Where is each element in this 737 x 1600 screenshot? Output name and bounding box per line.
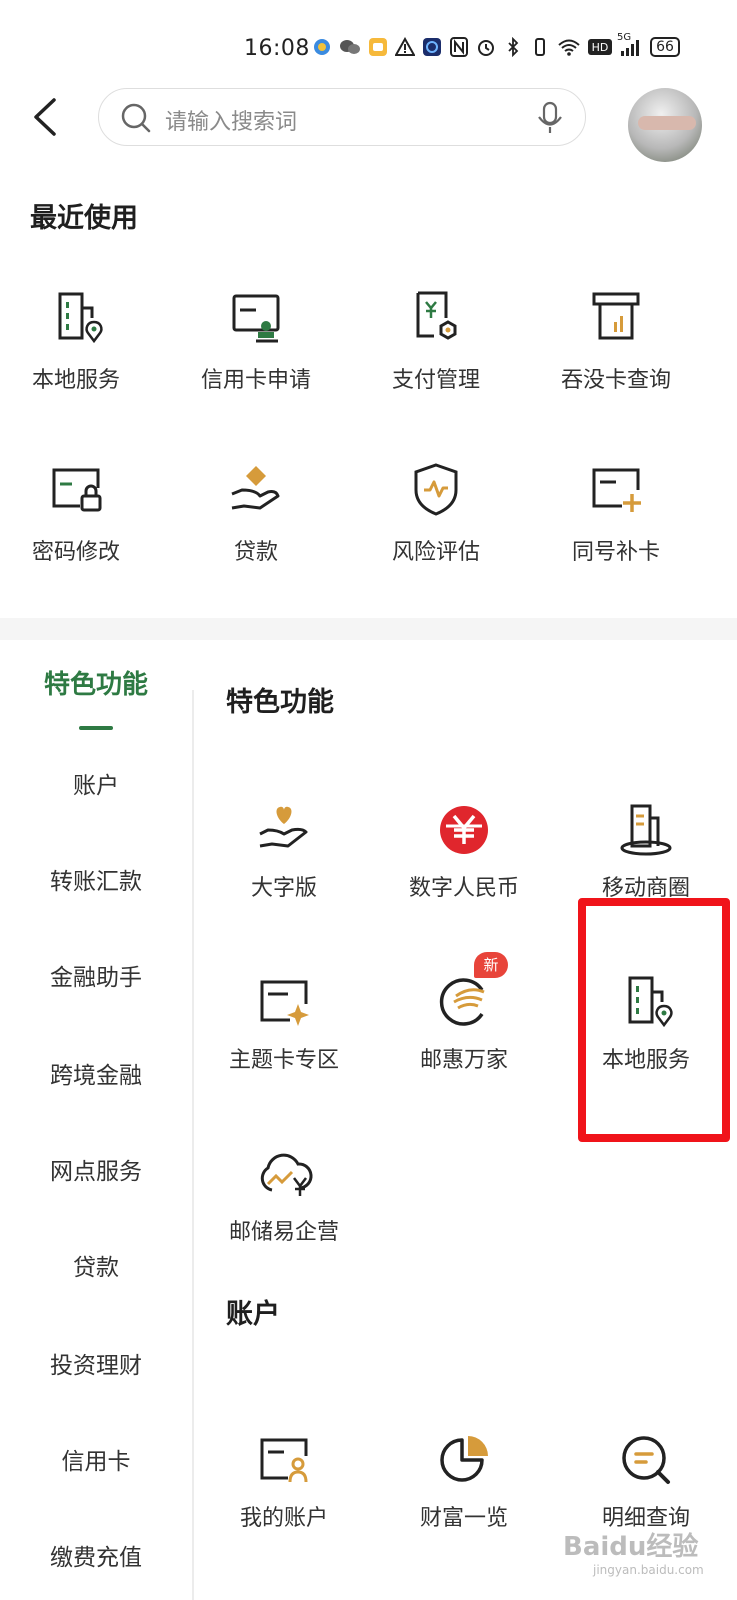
account-section-title: 账户 xyxy=(226,1299,280,1330)
recent-section-title: 最近使用 xyxy=(30,203,138,234)
featured-item-yiqiying[interactable]: 邮储易企营 xyxy=(194,1144,374,1246)
featured-item-youhui-wanjia[interactable]: 邮惠万家 xyxy=(374,972,554,1074)
mobile-mall-icon xyxy=(616,800,676,860)
featured-item-label: 数字人民币 xyxy=(408,876,519,901)
search-bar[interactable]: 请输入搜索词 xyxy=(98,88,586,146)
nav-item-finance-assistant[interactable]: 金融助手 xyxy=(0,958,192,992)
recent-item-payment-management[interactable]: 支付管理 xyxy=(356,288,516,394)
battery-icon: 66 xyxy=(650,37,680,57)
recent-item-card-reissue[interactable]: 同号补卡 xyxy=(536,460,696,566)
recent-item-label: 吞没卡查询 xyxy=(560,368,671,393)
risk-assessment-icon xyxy=(406,460,466,520)
back-arrow-icon xyxy=(34,98,56,136)
watermark: Baidu经验 jingyan.baidu.com xyxy=(563,1526,704,1577)
app-notification-icon xyxy=(312,36,332,58)
section-divider xyxy=(0,618,737,640)
swallowed-card-query-icon xyxy=(586,288,646,348)
avatar[interactable] xyxy=(628,88,702,162)
wifi-icon xyxy=(557,36,581,58)
alarm-icon xyxy=(476,36,496,58)
featured-item-digital-rmb[interactable]: 数字人民币 xyxy=(374,800,554,902)
digital-rmb-icon xyxy=(434,800,494,860)
recent-item-credit-card-apply[interactable]: 信用卡申请 xyxy=(176,288,336,394)
youhui-wanjia-icon xyxy=(434,972,494,1032)
microphone-icon[interactable] xyxy=(535,100,565,140)
back-button[interactable] xyxy=(26,92,66,142)
nav-item-featured[interactable]: 特色功能 xyxy=(0,664,192,701)
nav-item-investment[interactable]: 投资理财 xyxy=(0,1346,192,1380)
status-time: 16:08 xyxy=(244,36,310,61)
nav-active-indicator xyxy=(79,726,113,730)
large-font-icon xyxy=(254,800,314,860)
theme-card-icon xyxy=(254,972,314,1032)
detail-query-icon xyxy=(616,1430,676,1490)
featured-item-large-font[interactable]: 大字版 xyxy=(194,800,374,902)
vibrate-icon xyxy=(530,36,550,58)
yiqiying-icon xyxy=(254,1144,314,1204)
highlight-box xyxy=(578,898,730,1142)
recent-item-loan[interactable]: 贷款 xyxy=(176,460,336,566)
recent-item-password-change[interactable]: 密码修改 xyxy=(0,460,156,566)
recent-item-risk-assessment[interactable]: 风险评估 xyxy=(356,460,516,566)
loan-icon xyxy=(226,460,286,520)
account-item-detail-query[interactable]: 明细查询 xyxy=(556,1430,736,1532)
payment-management-icon xyxy=(406,288,466,348)
password-change-icon xyxy=(46,460,106,520)
new-badge: 新 xyxy=(474,952,508,978)
nav-item-account[interactable]: 账户 xyxy=(0,766,192,800)
nfc-icon xyxy=(449,36,469,58)
recent-item-label: 本地服务 xyxy=(31,368,120,393)
recent-item-swallowed-card[interactable]: 吞没卡查询 xyxy=(536,288,696,394)
avatar-image xyxy=(638,116,696,130)
recent-item-label: 同号补卡 xyxy=(571,540,660,565)
nav-item-cross-border[interactable]: 跨境金融 xyxy=(0,1056,192,1090)
recent-item-label: 贷款 xyxy=(233,540,278,565)
warning-icon xyxy=(395,36,415,58)
featured-item-label: 主题卡专区 xyxy=(228,1048,339,1073)
bluetooth-icon xyxy=(503,36,523,58)
nav-item-loan[interactable]: 贷款 xyxy=(0,1248,192,1282)
account-item-wealth-overview[interactable]: 财富一览 xyxy=(374,1430,554,1532)
network-type-label: 5G xyxy=(617,32,632,43)
local-service-icon xyxy=(46,288,106,348)
featured-item-theme-card[interactable]: 主题卡专区 xyxy=(194,972,374,1074)
signal-icon: 5G xyxy=(617,32,643,58)
nav-item-branch-service[interactable]: 网点服务 xyxy=(0,1152,192,1186)
my-account-icon xyxy=(254,1430,314,1490)
search-input[interactable]: 请输入搜索词 xyxy=(165,104,297,136)
nav-item-credit-card[interactable]: 信用卡 xyxy=(0,1442,192,1476)
recent-item-label: 风险评估 xyxy=(391,540,480,565)
account-item-label: 我的账户 xyxy=(239,1506,328,1531)
card-reissue-icon xyxy=(586,460,646,520)
recent-item-local-service[interactable]: 本地服务 xyxy=(0,288,156,394)
status-icons: HD 5G 66 xyxy=(312,32,680,58)
nav-item-transfer[interactable]: 转账汇款 xyxy=(0,862,192,896)
featured-section-title: 特色功能 xyxy=(226,687,334,718)
app-notification-icon xyxy=(368,36,388,58)
watermark-brand: Baidu经验 xyxy=(563,1532,699,1562)
nav-item-bill-payment[interactable]: 缴费充值 xyxy=(0,1538,192,1572)
app-notification-icon xyxy=(422,36,442,58)
featured-item-label: 大字版 xyxy=(250,876,317,901)
status-bar: 16:08 HD 5G 66 xyxy=(0,0,737,70)
wechat-icon xyxy=(339,36,361,58)
featured-item-mobile-mall[interactable]: 移动商圈 xyxy=(556,800,736,902)
featured-item-label: 邮储易企营 xyxy=(228,1220,339,1245)
recent-item-label: 支付管理 xyxy=(391,368,480,393)
watermark-url: jingyan.baidu.com xyxy=(593,1563,704,1577)
search-icon xyxy=(119,101,153,139)
account-item-label: 财富一览 xyxy=(419,1506,508,1531)
credit-card-apply-icon xyxy=(226,288,286,348)
wealth-overview-icon xyxy=(434,1430,494,1490)
recent-item-label: 密码修改 xyxy=(31,540,120,565)
hd-icon: HD xyxy=(588,39,612,55)
recent-item-label: 信用卡申请 xyxy=(200,368,311,393)
account-item-my-account[interactable]: 我的账户 xyxy=(194,1430,374,1532)
featured-item-label: 邮惠万家 xyxy=(419,1048,508,1073)
